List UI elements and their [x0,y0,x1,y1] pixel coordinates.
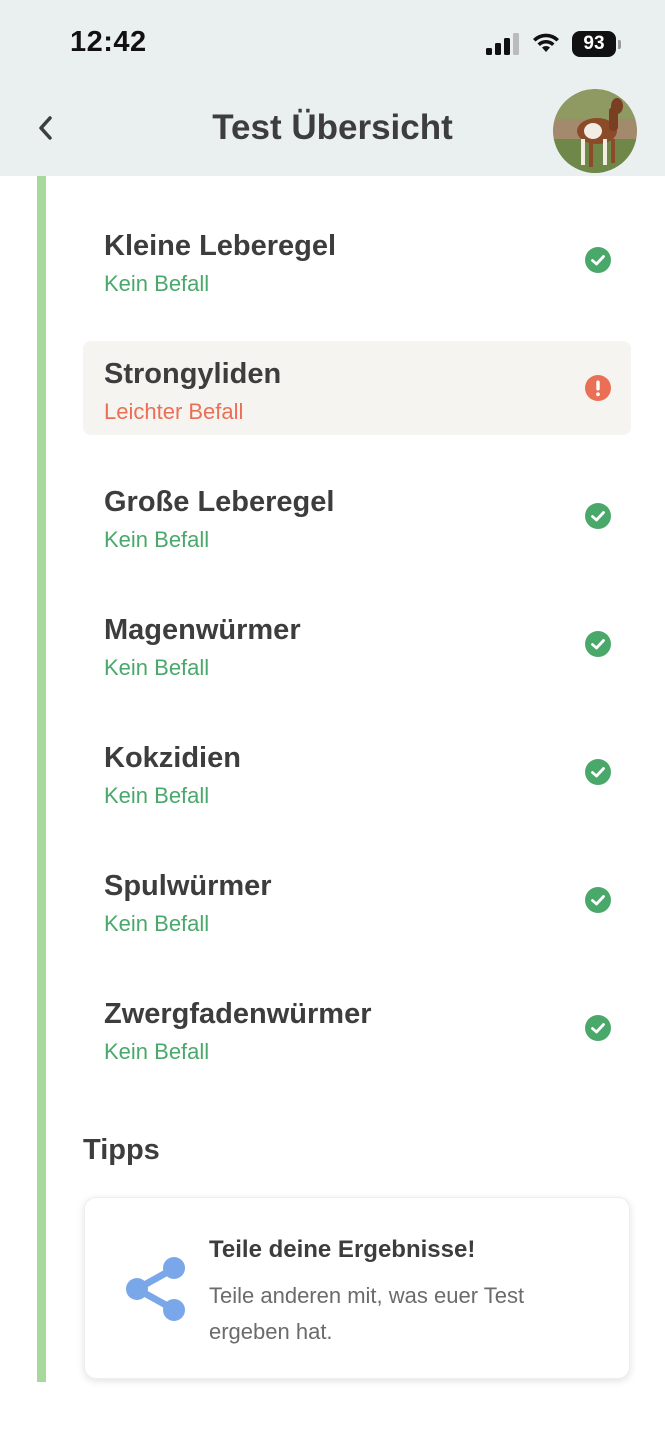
check-circle-icon [585,887,611,913]
check-circle-icon [585,503,611,529]
result-item-strongyliden[interactable]: Strongyliden Leichter Befall [83,341,631,435]
result-name: Kleine Leberegel [104,230,337,262]
result-status: Kein Befall [104,783,210,808]
result-status: Kein Befall [104,911,210,936]
result-status: Kein Befall [104,527,210,552]
result-item-magenwuermer[interactable]: Magenwürmer Kein Befall [83,597,631,691]
tip-text: Teile anderen mit, was euer Test ergeben… [209,1283,525,1344]
battery-level: 93 [572,31,616,57]
timeline-bar [37,176,46,1382]
result-item-kleine-leberegel[interactable]: Kleine Leberegel Kein Befall [83,213,631,307]
tips-heading: Tipps [83,1134,160,1166]
check-circle-icon [585,631,611,657]
check-circle-icon [585,1015,611,1041]
cellular-signal-icon [486,33,519,55]
result-item-zwergfadenwuermer[interactable]: Zwergfadenwürmer Kein Befall [83,981,631,1075]
result-name: Kokzidien [104,742,241,774]
result-name: Zwergfadenwürmer [104,998,372,1030]
check-circle-icon [585,247,611,273]
check-circle-icon [585,759,611,785]
share-results-card[interactable]: Teile deine Ergebnisse! Teile anderen mi… [84,1197,630,1379]
result-status: Kein Befall [104,271,210,296]
alert-circle-icon [585,375,611,401]
result-status: Kein Befall [104,1039,210,1064]
status-time: 12:42 [70,26,147,58]
result-item-spulwuermer[interactable]: Spulwürmer Kein Befall [83,853,631,947]
result-status: Kein Befall [104,655,210,680]
result-name: Magenwürmer [104,614,301,646]
result-item-kokzidien[interactable]: Kokzidien Kein Befall [83,725,631,819]
result-name: Strongyliden [104,358,282,390]
share-icon [126,1257,185,1321]
result-item-grosse-leberegel[interactable]: Große Leberegel Kein Befall [83,469,631,563]
result-name: Große Leberegel [104,486,335,518]
result-status: Leichter Befall [104,399,244,424]
wifi-icon [533,33,559,52]
tip-title: Teile deine Ergebnisse! [209,1236,476,1263]
battery-icon: 93 [572,31,622,57]
avatar[interactable] [553,89,637,173]
result-name: Spulwürmer [104,870,272,902]
header: 12:42 93 Test Übersicht [0,0,665,176]
